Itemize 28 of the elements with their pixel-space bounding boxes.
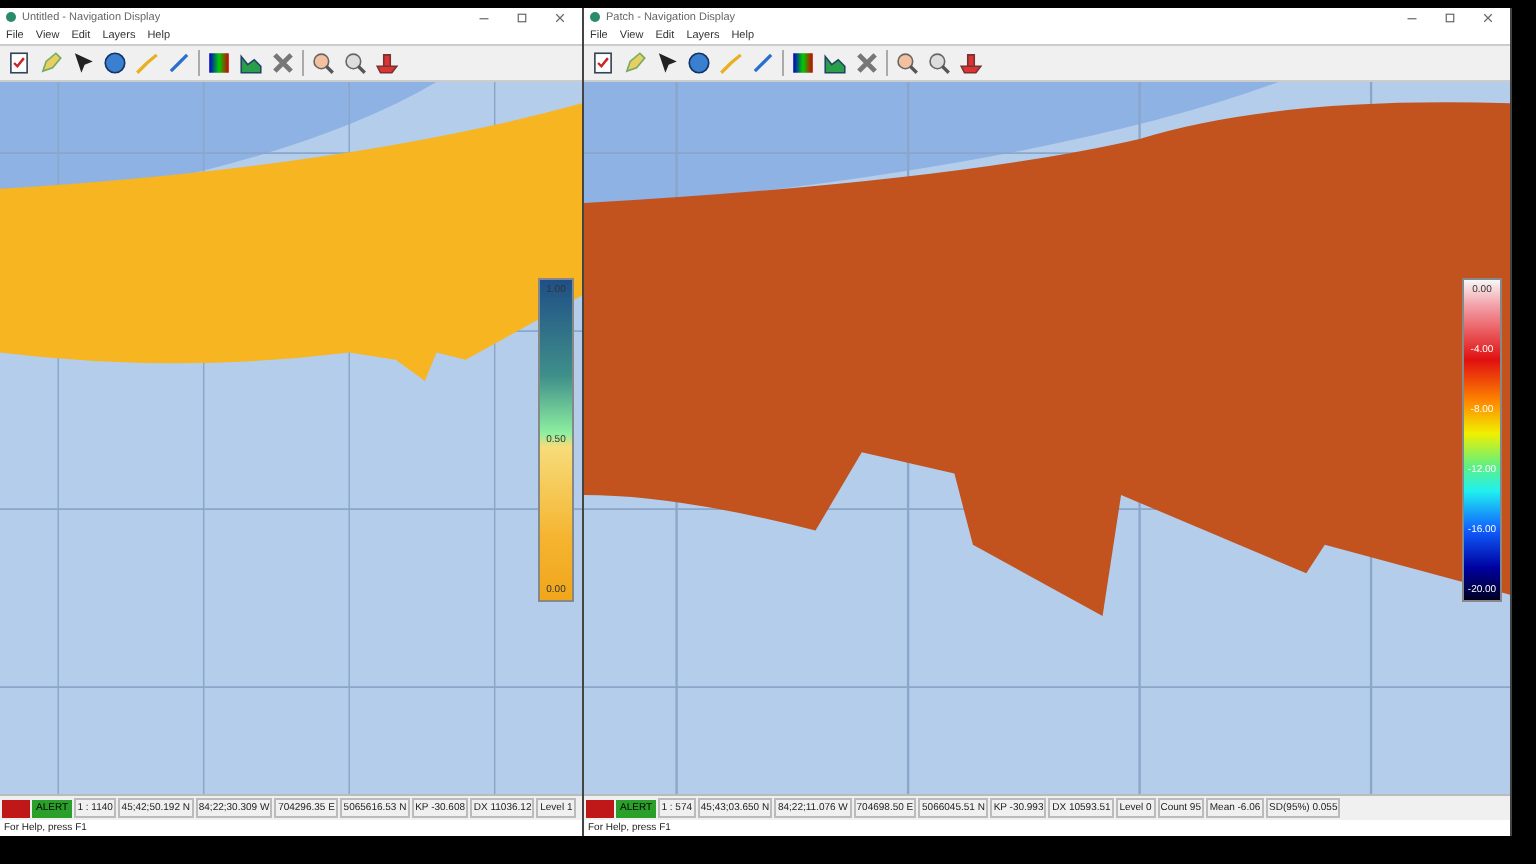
app-icon	[6, 12, 16, 22]
app-icon	[590, 12, 600, 22]
chart-icon[interactable]	[238, 50, 264, 76]
close-icon[interactable]	[554, 11, 566, 23]
route-icon[interactable]	[166, 50, 192, 76]
maximize-icon[interactable]	[516, 11, 528, 23]
alarm-indicator	[2, 799, 30, 817]
color-bar-icon[interactable]	[206, 50, 232, 76]
checklist-icon[interactable]	[590, 50, 616, 76]
alarm-indicator	[586, 799, 614, 817]
pointer-icon[interactable]	[70, 50, 96, 76]
route-icon[interactable]	[750, 50, 776, 76]
globe-icon[interactable]	[102, 50, 128, 76]
globe-icon[interactable]	[686, 50, 712, 76]
boat-icon[interactable]	[374, 50, 400, 76]
zoom-out-icon[interactable]	[342, 50, 368, 76]
color-bar-icon[interactable]	[790, 50, 816, 76]
maximize-icon[interactable]	[1444, 11, 1456, 23]
pointer-icon[interactable]	[654, 50, 680, 76]
boat-icon[interactable]	[958, 50, 984, 76]
zoom-in-icon[interactable]	[310, 50, 336, 76]
chart-icon[interactable]	[822, 50, 848, 76]
close-icon[interactable]	[270, 50, 296, 76]
zoom-out-icon[interactable]	[926, 50, 952, 76]
close-icon[interactable]	[854, 50, 880, 76]
zoom-in-icon[interactable]	[894, 50, 920, 76]
close-icon[interactable]	[1482, 11, 1494, 23]
checklist-icon[interactable]	[6, 50, 32, 76]
